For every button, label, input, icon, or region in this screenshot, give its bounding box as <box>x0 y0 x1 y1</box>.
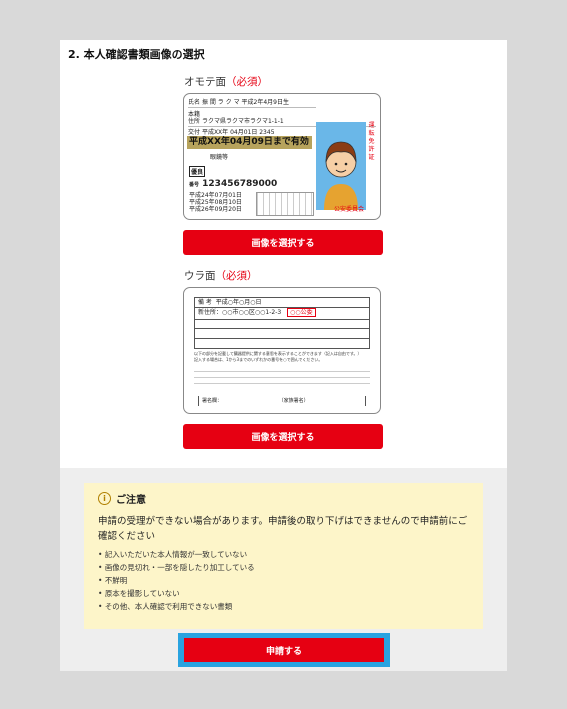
issuer-stamp: 公安委員会 <box>333 206 364 213</box>
address-key: 住所 <box>188 118 201 125</box>
history-3: 平成26年09月20日 <box>189 206 242 213</box>
notice-lead: 申請の受理ができない場合があります。申請後の取り下げはできませんので申請前にご確… <box>98 516 468 542</box>
application-panel: 2. 本人確認書類画像の選択 オモテ面（必須） 氏名 振 間 ラ ク マ 平成2… <box>60 40 507 671</box>
history-1: 平成24年07月01日 <box>189 192 242 199</box>
seal-stamp: ○○公委 <box>287 308 316 317</box>
license-number: 123456789000 <box>202 179 278 189</box>
front-required-text: （必須） <box>226 76 268 88</box>
list-item: 原本を撮影していない <box>98 587 255 600</box>
history-2: 平成25年08月10日 <box>189 199 242 206</box>
back-select-image-button[interactable]: 画像を選択する <box>183 424 383 449</box>
list-item: その他、本人確認で利用できない書類 <box>98 600 255 613</box>
license-number-row: 番号 123456789000 <box>189 179 277 189</box>
license-conditions: 眼鏡等 <box>210 154 229 161</box>
info-icon: i <box>98 492 111 505</box>
organ-donation-text: 以下の部分を記載して臓器提供に関する意思を表示することができます（記入は自由です… <box>194 351 370 384</box>
license-name-row: 氏名 振 間 ラ ク マ 平成2年4月9日生 <box>188 98 316 108</box>
back-label-text: ウラ面 <box>184 270 216 282</box>
license-history: 平成24年07月01日 平成25年08月10日 平成26年09月20日 <box>189 192 242 213</box>
submit-focus-ring: 申請する <box>178 633 390 667</box>
section-title: 2. 本人確認書類画像の選択 <box>68 48 205 61</box>
front-side-label: オモテ面（必須） <box>184 74 268 89</box>
front-label-text: オモテ面 <box>184 76 226 88</box>
license-birth: 平成2年4月9日生 <box>241 99 289 106</box>
license-issue: 平成XX年 04月01日 2345 <box>201 129 275 136</box>
signature-row: 署名欄： （家族署名） <box>198 396 366 406</box>
issue-key: 交付 <box>188 129 201 136</box>
document-image-section: 2. 本人確認書類画像の選択 オモテ面（必須） 氏名 振 間 ラ ク マ 平成2… <box>60 40 507 468</box>
front-select-image-button[interactable]: 画像を選択する <box>183 230 383 255</box>
notice-header: i ご注意 <box>98 491 146 506</box>
notice-list: 記入いただいた本人情報が一致していない 画像の見切れ・一部を隠したり加工している… <box>98 548 255 613</box>
signature-key: 署名欄： <box>202 398 223 404</box>
list-item: 不鮮明 <box>98 574 255 587</box>
organ-note: 記入する場合は、1から3までのいずれかの番号を○で囲んでください。 <box>194 357 323 362</box>
remarks-key: 備 考 <box>198 299 212 306</box>
back-required-text: （必須） <box>215 270 258 282</box>
person-illustration <box>324 141 358 210</box>
remarks-line-1 <box>195 328 369 329</box>
family-key: （家族署名） <box>278 398 309 404</box>
remarks-line-2 <box>195 338 369 339</box>
license-name: 振 間 ラ ク マ <box>201 99 240 106</box>
category-grid <box>256 192 314 216</box>
back-side-label: ウラ面（必須） <box>184 268 258 283</box>
license-vertical-label: 運転免許証 <box>368 122 375 161</box>
notice-title: ご注意 <box>116 495 146 506</box>
back-license-sample: 備 考 平成○年○月○日 新住所：○○市○○区○○1-2-3 ○○公委 以下の部… <box>183 287 381 414</box>
number-key: 番号 <box>189 182 200 188</box>
organ-options <box>194 366 370 384</box>
remarks-box: 備 考 平成○年○月○日 新住所：○○市○○区○○1-2-3 ○○公委 <box>194 297 370 349</box>
name-key: 氏名 <box>188 99 201 106</box>
excellent-badge: 優良 <box>189 166 206 177</box>
front-license-sample: 氏名 振 間 ラ ク マ 平成2年4月9日生 本籍 住所 ラクマ県ラクマ市ラクマ… <box>183 93 381 220</box>
new-address: 新住所：○○市○○区○○1-2-3 <box>198 309 282 316</box>
caution-notice: i ご注意 申請の受理ができない場合があります。申請後の取り下げはできませんので… <box>84 483 483 629</box>
new-address-row: 新住所：○○市○○区○○1-2-3 ○○公委 <box>195 307 369 320</box>
submit-application-button[interactable]: 申請する <box>184 638 384 662</box>
license-address: ラクマ県ラクマ市ラクマ1-1-1 <box>201 118 284 125</box>
list-item: 画像の見切れ・一部を隠したり加工している <box>98 561 255 574</box>
list-item: 記入いただいた本人情報が一致していない <box>98 548 255 561</box>
remarks-date: 平成○年○月○日 <box>215 299 262 306</box>
license-photo <box>316 122 366 210</box>
issue-row: 交付 平成XX年 04月01日 2345 <box>188 127 275 136</box>
expiry-strip: 平成XX年04月09日まで有効 <box>187 136 312 149</box>
